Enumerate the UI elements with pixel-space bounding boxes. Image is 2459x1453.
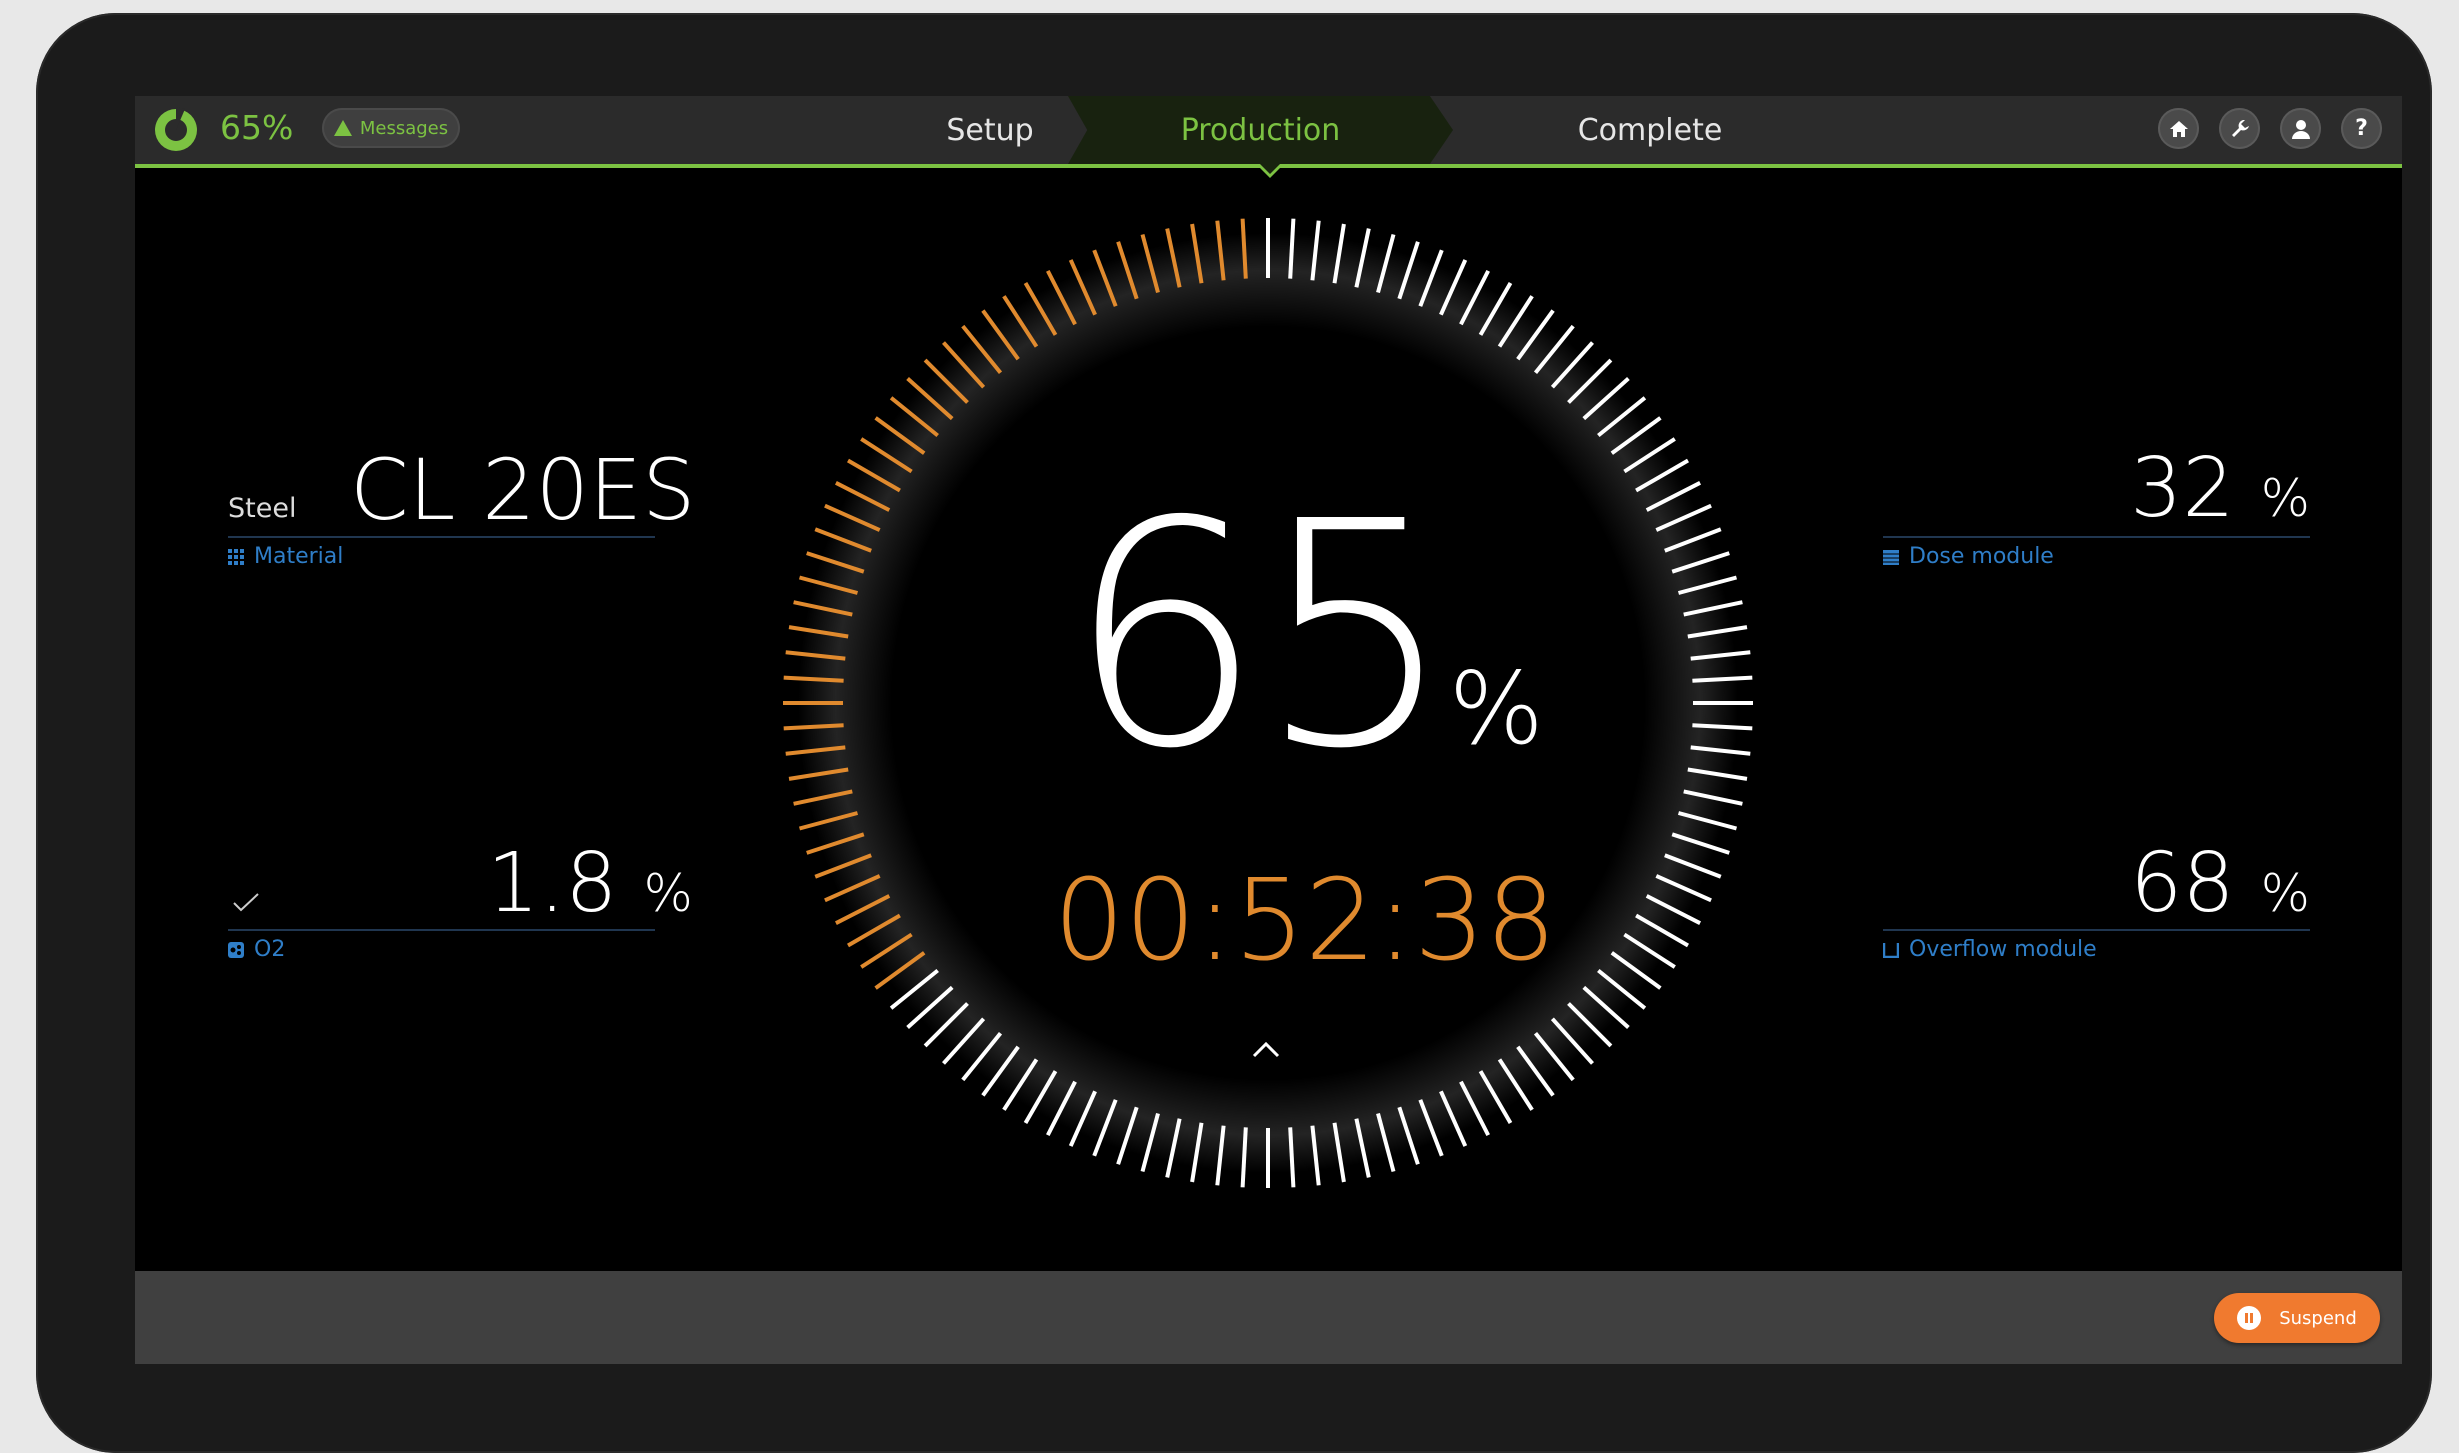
o2-value: 1.8: [487, 836, 618, 931]
o2-caption: O2: [228, 937, 285, 962]
dose-caption: Dose module: [1883, 544, 2054, 569]
o2-reading: 1.8 %: [487, 836, 693, 931]
screen: 65% Messages Setup Production Complete ?…: [135, 96, 2402, 1364]
dose-value: 32: [2130, 441, 2235, 536]
overflow-reading: 68 %: [1950, 836, 2310, 931]
suspend-button[interactable]: Suspend: [2214, 1293, 2380, 1343]
material-caption-label: Material: [254, 544, 344, 569]
material-caption: Material: [228, 544, 343, 569]
gas-icon: [228, 941, 244, 958]
center-percent-unit: %: [1448, 650, 1544, 767]
o2-unit: %: [643, 864, 693, 924]
pause-icon: [2237, 1306, 2262, 1330]
dose-caption-label: Dose module: [1909, 544, 2054, 569]
overflow-unit: %: [2260, 864, 2310, 924]
overflow-caption: Overflow module: [1883, 937, 2097, 962]
overflow-caption-label: Overflow module: [1909, 937, 2097, 962]
grid-icon: [228, 548, 244, 565]
overflow-divider: [1883, 929, 2310, 931]
chevron-up-icon[interactable]: [1252, 1036, 1280, 1064]
bottom-bar: Suspend: [135, 1271, 2402, 1364]
o2-divider: [228, 929, 655, 931]
device-frame: 65% Messages Setup Production Complete ?…: [36, 13, 2432, 1453]
dose-divider: [1883, 536, 2310, 538]
material-prefix: Steel: [228, 493, 297, 524]
elapsed-timer: 00:52:38: [1053, 856, 1557, 986]
material-divider: [228, 536, 655, 538]
dose-unit: %: [2260, 469, 2310, 529]
suspend-label: Suspend: [2279, 1307, 2357, 1329]
overflow-module-icon: [1883, 942, 1899, 958]
material-value: CL 20ES: [350, 441, 696, 539]
dose-reading: 32 %: [1950, 441, 2310, 536]
check-icon: [233, 893, 259, 912]
dose-module-icon: [1883, 549, 1899, 565]
overflow-value: 68: [2130, 836, 2235, 931]
center-percent: 65%: [1025, 456, 1585, 817]
center-percent-value: 65: [1066, 456, 1454, 817]
o2-caption-label: O2: [254, 937, 286, 962]
